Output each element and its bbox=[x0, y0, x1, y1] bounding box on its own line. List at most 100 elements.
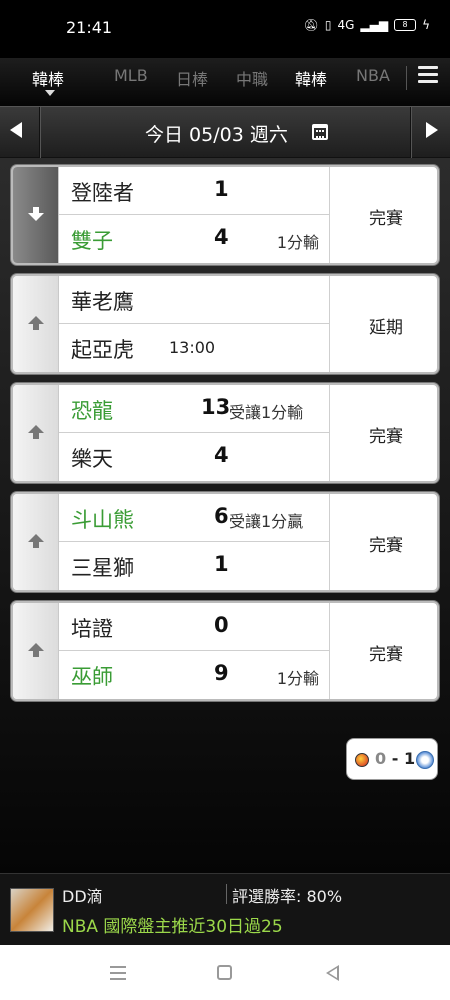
team-row: 華老鷹 bbox=[59, 276, 329, 324]
team-row: 恐龍 13 受讓1分輸 bbox=[59, 385, 329, 433]
calendar-icon[interactable] bbox=[312, 124, 328, 140]
expand-toggle[interactable] bbox=[13, 385, 59, 481]
game-status: 完賽 bbox=[369, 645, 403, 665]
team-row: 雙子 4 1分輸 bbox=[59, 215, 329, 263]
promo-divider bbox=[226, 884, 227, 904]
battery-icon: 8 bbox=[394, 19, 417, 31]
bubble-score-separator: - bbox=[391, 749, 399, 768]
team-b-logo-icon bbox=[416, 751, 434, 769]
game-status-cell: 完賽 bbox=[329, 494, 437, 590]
game-card[interactable]: 培證 0 巫師 9 1分輸 完賽 bbox=[11, 601, 439, 701]
date-label[interactable]: 今日 05/03 週六 bbox=[145, 120, 288, 147]
team-row: 斗山熊 6 受讓1分贏 bbox=[59, 494, 329, 542]
date-bar: 今日 05/03 週六 bbox=[0, 106, 450, 159]
team-a-logo-icon bbox=[355, 753, 369, 767]
game-status-cell: 延期 bbox=[329, 276, 437, 372]
team-score: 1 bbox=[214, 177, 229, 201]
date-divider-right bbox=[410, 107, 411, 159]
handicap-note: 受讓1分贏 bbox=[229, 512, 304, 531]
expand-toggle[interactable] bbox=[13, 494, 59, 590]
team-name: 培證 bbox=[71, 617, 113, 641]
handicap-note: 1分輸 bbox=[276, 669, 319, 688]
game-status: 完賽 bbox=[369, 209, 403, 229]
battery-level: 8 bbox=[402, 20, 408, 29]
team-score: 0 bbox=[214, 613, 229, 637]
game-status-cell: 完賽 bbox=[329, 167, 437, 263]
team-score: 6 bbox=[214, 504, 229, 528]
bubble-score: 0 - 1 bbox=[375, 749, 415, 768]
game-card[interactable]: 恐龍 13 受讓1分輸 樂天 4 完賽 bbox=[11, 383, 439, 483]
arrow-up-icon bbox=[28, 425, 44, 439]
team-name: 華老鷹 bbox=[71, 290, 134, 314]
tab-separator bbox=[406, 66, 407, 90]
promo-banner[interactable]: DD滴 評選勝率: 80% NBA 國際盤主推近30日過25 bbox=[0, 873, 450, 945]
hamburger-menu-icon[interactable] bbox=[418, 66, 438, 86]
handicap-note: 受讓1分輸 bbox=[229, 403, 304, 422]
game-status-cell: 完賽 bbox=[329, 385, 437, 481]
league-tab-bar: 韓棒 MLB 日棒 中職 韓棒 NBA bbox=[0, 58, 450, 106]
volte-icon: ▯ bbox=[324, 18, 332, 32]
team-score: 4 bbox=[214, 225, 229, 249]
system-nav-bar bbox=[0, 945, 450, 1000]
back-icon[interactable] bbox=[326, 965, 339, 981]
team-name: 斗山熊 bbox=[71, 508, 134, 532]
game-status: 完賽 bbox=[369, 536, 403, 556]
active-tab-pointer-icon bbox=[45, 90, 55, 96]
team-row: 培證 0 bbox=[59, 603, 329, 651]
mute-icon: 🔕︎ bbox=[303, 18, 319, 32]
promo-headline[interactable]: NBA 國際盤主推近30日過25 bbox=[62, 912, 283, 937]
bubble-score-b: 1 bbox=[403, 749, 416, 768]
charging-icon: ϟ bbox=[422, 18, 430, 32]
team-name: 登陸者 bbox=[71, 181, 134, 205]
avatar bbox=[10, 888, 54, 932]
league-tab-cpbl[interactable]: 中職 bbox=[236, 66, 268, 90]
network-label: 4G bbox=[337, 18, 355, 32]
team-score: 9 bbox=[214, 661, 229, 685]
arrow-up-icon bbox=[28, 316, 44, 330]
status-bar: 21:41 🔕︎ ▯ 4G ▂▄▆ 8 ϟ bbox=[0, 0, 450, 58]
expand-toggle[interactable] bbox=[13, 276, 59, 372]
game-status-cell: 完賽 bbox=[329, 603, 437, 699]
team-score: 4 bbox=[214, 443, 229, 467]
game-card[interactable]: 登陸者 1 雙子 4 1分輸 完賽 bbox=[11, 165, 439, 265]
promo-author: DD滴 bbox=[62, 887, 103, 906]
team-row: 三星獅 1 bbox=[59, 542, 329, 590]
team-name: 三星獅 bbox=[71, 556, 134, 580]
game-card[interactable]: 斗山熊 6 受讓1分贏 三星獅 1 完賽 bbox=[11, 492, 439, 592]
arrow-up-icon bbox=[28, 643, 44, 657]
league-tab-korea[interactable]: 韓棒 bbox=[295, 66, 327, 90]
arrow-up-icon bbox=[28, 534, 44, 548]
team-row: 登陸者 1 bbox=[59, 167, 329, 215]
arrow-down-icon bbox=[28, 207, 44, 221]
next-day-arrow-icon[interactable] bbox=[426, 122, 438, 138]
promo-win-rate: 評選勝率: 80% bbox=[232, 887, 343, 906]
team-name: 恐龍 bbox=[71, 399, 113, 423]
team-name: 巫師 bbox=[71, 665, 113, 689]
live-score-bubble[interactable]: 0 - 1 bbox=[346, 738, 438, 780]
expand-toggle[interactable] bbox=[13, 603, 59, 699]
game-status: 完賽 bbox=[369, 427, 403, 447]
date-divider-left bbox=[39, 107, 40, 159]
bubble-score-a: 0 bbox=[375, 749, 387, 768]
previous-day-arrow-icon[interactable] bbox=[10, 122, 22, 138]
home-icon[interactable] bbox=[217, 965, 232, 980]
team-row: 起亞虎 13:00 bbox=[59, 324, 329, 372]
team-score: 1 bbox=[214, 552, 229, 576]
signal-icon: ▂▄▆ bbox=[360, 18, 389, 32]
team-name: 雙子 bbox=[71, 229, 113, 253]
league-tab-korea-active[interactable]: 韓棒 bbox=[32, 66, 64, 90]
collapse-toggle[interactable] bbox=[13, 167, 59, 263]
status-icons: 🔕︎ ▯ 4G ▂▄▆ 8 ϟ bbox=[304, 18, 430, 32]
game-time: 13:00 bbox=[169, 338, 216, 357]
team-name: 起亞虎 bbox=[71, 338, 134, 362]
league-tab-npb[interactable]: 日棒 bbox=[176, 66, 208, 90]
handicap-note: 1分輸 bbox=[276, 233, 319, 252]
league-tab-nba[interactable]: NBA bbox=[356, 66, 390, 85]
game-card[interactable]: 華老鷹 起亞虎 13:00 延期 bbox=[11, 274, 439, 374]
team-row: 巫師 9 1分輸 bbox=[59, 651, 329, 699]
team-name: 樂天 bbox=[71, 447, 113, 471]
team-row: 樂天 4 bbox=[59, 433, 329, 481]
league-tab-mlb[interactable]: MLB bbox=[114, 66, 148, 85]
recent-apps-icon[interactable] bbox=[110, 966, 126, 980]
game-status: 延期 bbox=[369, 318, 403, 338]
